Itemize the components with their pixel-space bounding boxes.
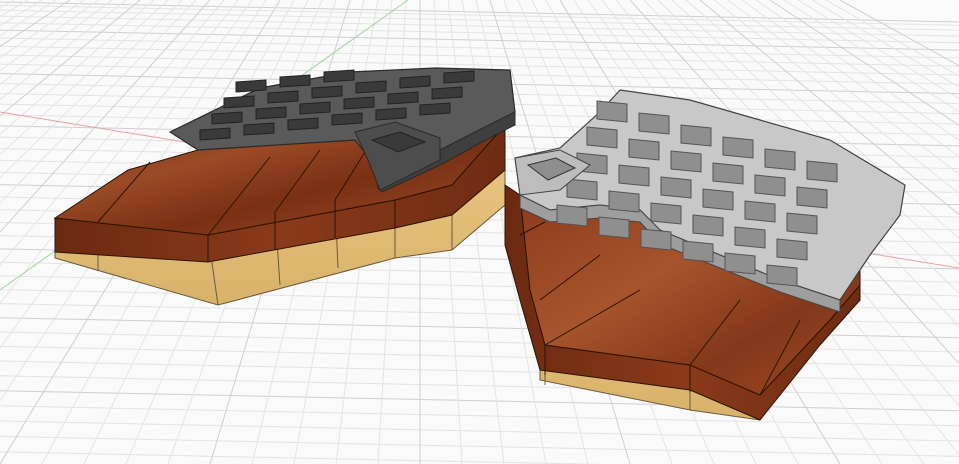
key-hole bbox=[311, 85, 343, 99]
key-hole bbox=[766, 264, 798, 287]
key-hole bbox=[638, 112, 670, 135]
key-hole bbox=[660, 176, 692, 199]
key-hole bbox=[287, 117, 319, 131]
key-hole bbox=[235, 79, 267, 93]
key-hole bbox=[806, 160, 838, 183]
key-hole bbox=[279, 74, 311, 88]
key-hole bbox=[375, 107, 407, 121]
right-keyboard-half[interactable] bbox=[504, 89, 906, 421]
key-hole bbox=[243, 122, 275, 136]
key-hole bbox=[640, 228, 672, 251]
key-hole bbox=[323, 69, 355, 83]
key-hole bbox=[443, 70, 475, 84]
key-hole bbox=[419, 102, 451, 116]
3d-viewport[interactable] bbox=[0, 0, 959, 464]
grid-line bbox=[0, 45, 959, 67]
key-hole bbox=[692, 214, 724, 237]
grid-line bbox=[0, 390, 959, 412]
key-hole bbox=[608, 190, 640, 213]
key-hole bbox=[343, 96, 375, 110]
model-scene[interactable] bbox=[0, 0, 959, 464]
key-hole bbox=[223, 95, 255, 109]
key-hole bbox=[776, 238, 808, 261]
key-hole bbox=[355, 80, 387, 94]
key-hole bbox=[786, 212, 818, 235]
grid-line bbox=[0, 420, 959, 442]
key-hole bbox=[566, 178, 598, 201]
key-hole bbox=[299, 101, 331, 115]
key-hole bbox=[650, 202, 682, 225]
key-hole bbox=[628, 138, 660, 161]
grid-line bbox=[0, 0, 43, 27]
key-hole bbox=[596, 100, 628, 123]
key-hole bbox=[431, 86, 463, 100]
key-hole bbox=[724, 252, 756, 275]
key-hole bbox=[702, 188, 734, 211]
key-hole bbox=[387, 91, 419, 105]
key-hole bbox=[255, 106, 287, 120]
key-hole bbox=[744, 200, 776, 223]
key-hole bbox=[199, 127, 231, 141]
key-hole bbox=[722, 136, 754, 159]
key-hole bbox=[764, 148, 796, 171]
key-hole bbox=[399, 75, 431, 89]
key-hole bbox=[598, 216, 630, 239]
grid-line bbox=[0, 375, 959, 397]
left-keyboard-half[interactable] bbox=[53, 67, 516, 306]
key-hole bbox=[754, 174, 786, 197]
key-hole bbox=[618, 164, 650, 187]
key-hole bbox=[331, 112, 363, 126]
key-hole bbox=[267, 90, 299, 104]
key-hole bbox=[680, 124, 712, 147]
key-hole bbox=[796, 186, 828, 209]
key-hole bbox=[734, 226, 766, 249]
key-hole bbox=[586, 126, 618, 149]
key-hole bbox=[670, 150, 702, 173]
key-hole bbox=[682, 240, 714, 263]
key-hole bbox=[211, 111, 243, 125]
key-hole bbox=[712, 162, 744, 185]
key-hole bbox=[556, 204, 588, 227]
grid-line bbox=[0, 435, 959, 457]
